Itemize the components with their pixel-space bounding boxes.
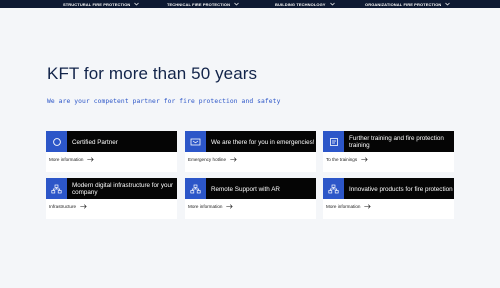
nav-item-label: TECHNICAL FIRE PROTECTION [167, 1, 231, 7]
arrow-right-icon [361, 157, 368, 162]
nav-building-technology[interactable]: BUILDING TECHNOLOGY [275, 0, 335, 8]
nav-item-label: STRUCTURAL FIRE PROTECTION [63, 1, 131, 7]
card-title: Innovative products for fire protection [349, 185, 453, 193]
emergency-icon [185, 131, 206, 152]
card-link[interactable]: More information [49, 157, 95, 162]
card-remote-support: Remote Support with AR More information [185, 178, 316, 219]
page-title: KFT for more than 50 years [47, 64, 258, 83]
card-link-label: Emergency hotline [188, 157, 227, 162]
chevron-down-icon [445, 2, 451, 6]
nav-item-label: BUILDING TECHNOLOGY [275, 1, 326, 7]
card-link-label: Infrastructure [49, 204, 77, 209]
arrow-right-icon [230, 157, 237, 162]
card-link[interactable]: To the trainings [326, 157, 368, 162]
card-link[interactable]: More information [326, 204, 372, 209]
arrow-right-icon [364, 204, 372, 209]
card-title: Certified Partner [72, 138, 118, 146]
card-emergencies: We are there for you in emergencies! Eme… [185, 131, 316, 172]
nav-item-label: ORGANIZATIONAL FIRE PROTECTION [365, 1, 442, 7]
top-navigation: STRUCTURAL FIRE PROTECTION TECHNICAL FIR… [0, 0, 500, 8]
card-link[interactable]: Infrastructure [49, 204, 87, 209]
nav-technical-fire-protection[interactable]: TECHNICAL FIRE PROTECTION [167, 0, 239, 8]
card-link-label: More information [49, 157, 84, 162]
card-link-label: More information [326, 204, 361, 209]
card-title: Further training and fire protection tra… [349, 135, 444, 149]
card-link-label: To the trainings [326, 157, 358, 162]
card-link[interactable]: More information [188, 204, 234, 209]
card-link[interactable]: Emergency hotline [188, 157, 237, 162]
products-icon [323, 178, 344, 199]
chevron-down-icon [234, 2, 239, 6]
arrow-right-icon [87, 157, 95, 162]
card-link-label: More information [188, 204, 223, 209]
card-innovative-products: Innovative products for fire protection … [323, 178, 454, 219]
card-title: Remote Support with AR [211, 185, 280, 193]
card-certified-partner: Certified Partner More information [46, 131, 177, 172]
training-icon [323, 131, 344, 152]
network-icon [46, 178, 67, 199]
chevron-down-icon [134, 2, 140, 6]
nav-structural-fire-protection[interactable]: STRUCTURAL FIRE PROTECTION [63, 0, 140, 8]
nav-organizational-fire-protection[interactable]: ORGANIZATIONAL FIRE PROTECTION [365, 0, 451, 8]
chevron-down-icon [329, 2, 335, 6]
card-title: Modern digital infrastructure for your c… [72, 182, 174, 196]
card-title: We are there for you in emergencies! [211, 138, 315, 146]
certificate-icon [46, 131, 67, 152]
card-training: Further training and fire protection tra… [323, 131, 454, 172]
page-subtitle: We are your competent partner for fire p… [47, 98, 281, 105]
arrow-right-icon [80, 204, 87, 209]
card-digital-infrastructure: Modern digital infrastructure for your c… [46, 178, 177, 219]
remote-support-icon [185, 178, 206, 199]
arrow-right-icon [226, 204, 234, 209]
